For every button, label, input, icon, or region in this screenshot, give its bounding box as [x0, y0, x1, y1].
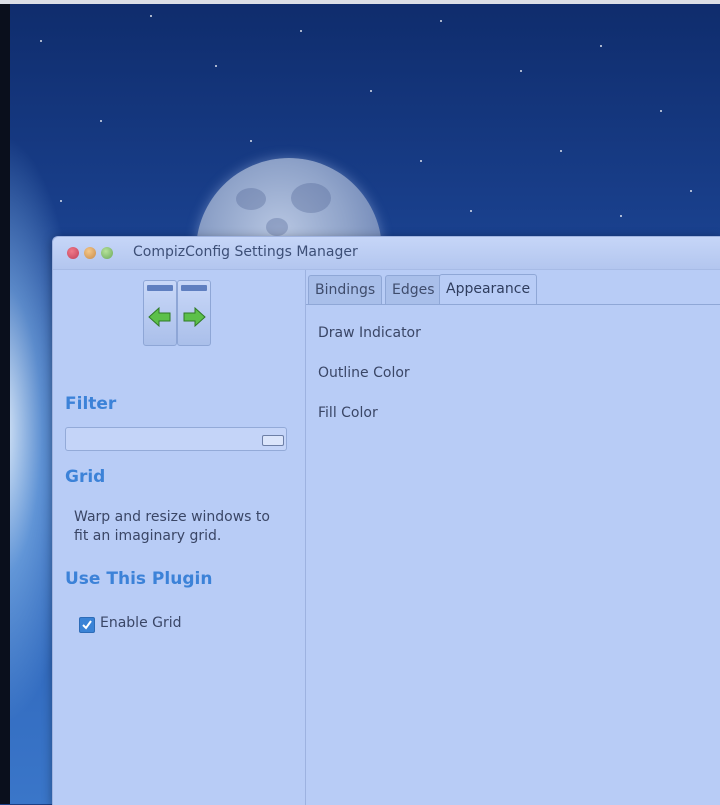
- star: [600, 45, 602, 47]
- tab-appearance[interactable]: Appearance: [439, 274, 538, 305]
- star: [300, 30, 302, 32]
- star: [560, 150, 562, 152]
- moon-crater: [236, 188, 266, 210]
- option-outline-color[interactable]: Outline Color: [318, 365, 410, 381]
- minimize-window-button[interactable]: [84, 247, 96, 259]
- forward-button-stripe: [181, 285, 207, 291]
- maximize-window-button[interactable]: [101, 247, 113, 259]
- star: [620, 215, 622, 217]
- settings-window: CompizConfig Settings Manager Filter Gri…: [52, 236, 720, 805]
- arrow-left-icon: [148, 307, 171, 327]
- tab-bindings[interactable]: Bindings: [308, 275, 383, 304]
- star: [660, 110, 662, 112]
- clear-field-icon[interactable]: [262, 435, 284, 446]
- back-button[interactable]: [143, 280, 177, 346]
- star: [520, 70, 522, 72]
- filter-input[interactable]: [65, 427, 287, 451]
- moon-crater: [266, 218, 288, 236]
- star: [60, 200, 62, 202]
- sidebar: Filter Grid Warp and resize windows to f…: [53, 270, 306, 805]
- window-title: CompizConfig Settings Manager: [133, 244, 358, 260]
- close-window-button[interactable]: [67, 247, 79, 259]
- use-plugin-heading: Use This Plugin: [65, 569, 213, 589]
- top-panel: [0, 0, 720, 4]
- appearance-panel: Draw Indicator Outline Color Fill Color: [306, 305, 720, 805]
- back-button-stripe: [147, 285, 173, 291]
- star: [470, 210, 472, 212]
- star: [690, 190, 692, 192]
- plugin-heading: Grid: [65, 467, 106, 487]
- option-draw-indicator[interactable]: Draw Indicator: [318, 325, 421, 341]
- star: [370, 90, 372, 92]
- tab-edges[interactable]: Edges: [385, 275, 442, 304]
- enable-plugin-label[interactable]: Enable Grid: [100, 615, 182, 631]
- forward-button[interactable]: [177, 280, 211, 346]
- moon-crater: [291, 183, 331, 213]
- tab-bar: Bindings Edges Appearance: [306, 274, 720, 305]
- star: [420, 160, 422, 162]
- title-bar[interactable]: CompizConfig Settings Manager: [53, 237, 720, 270]
- filter-heading: Filter: [65, 394, 117, 414]
- checkmark-icon: [82, 620, 92, 630]
- plugin-description: Warp and resize windows to fit an imagin…: [74, 509, 270, 544]
- star: [40, 40, 42, 42]
- arrow-right-icon: [183, 307, 206, 327]
- star: [215, 65, 217, 67]
- star: [100, 120, 102, 122]
- star: [150, 15, 152, 17]
- enable-plugin-checkbox[interactable]: [79, 617, 95, 633]
- star: [250, 140, 252, 142]
- option-fill-color[interactable]: Fill Color: [318, 405, 378, 421]
- screen-left-edge: [0, 4, 10, 804]
- star: [440, 20, 442, 22]
